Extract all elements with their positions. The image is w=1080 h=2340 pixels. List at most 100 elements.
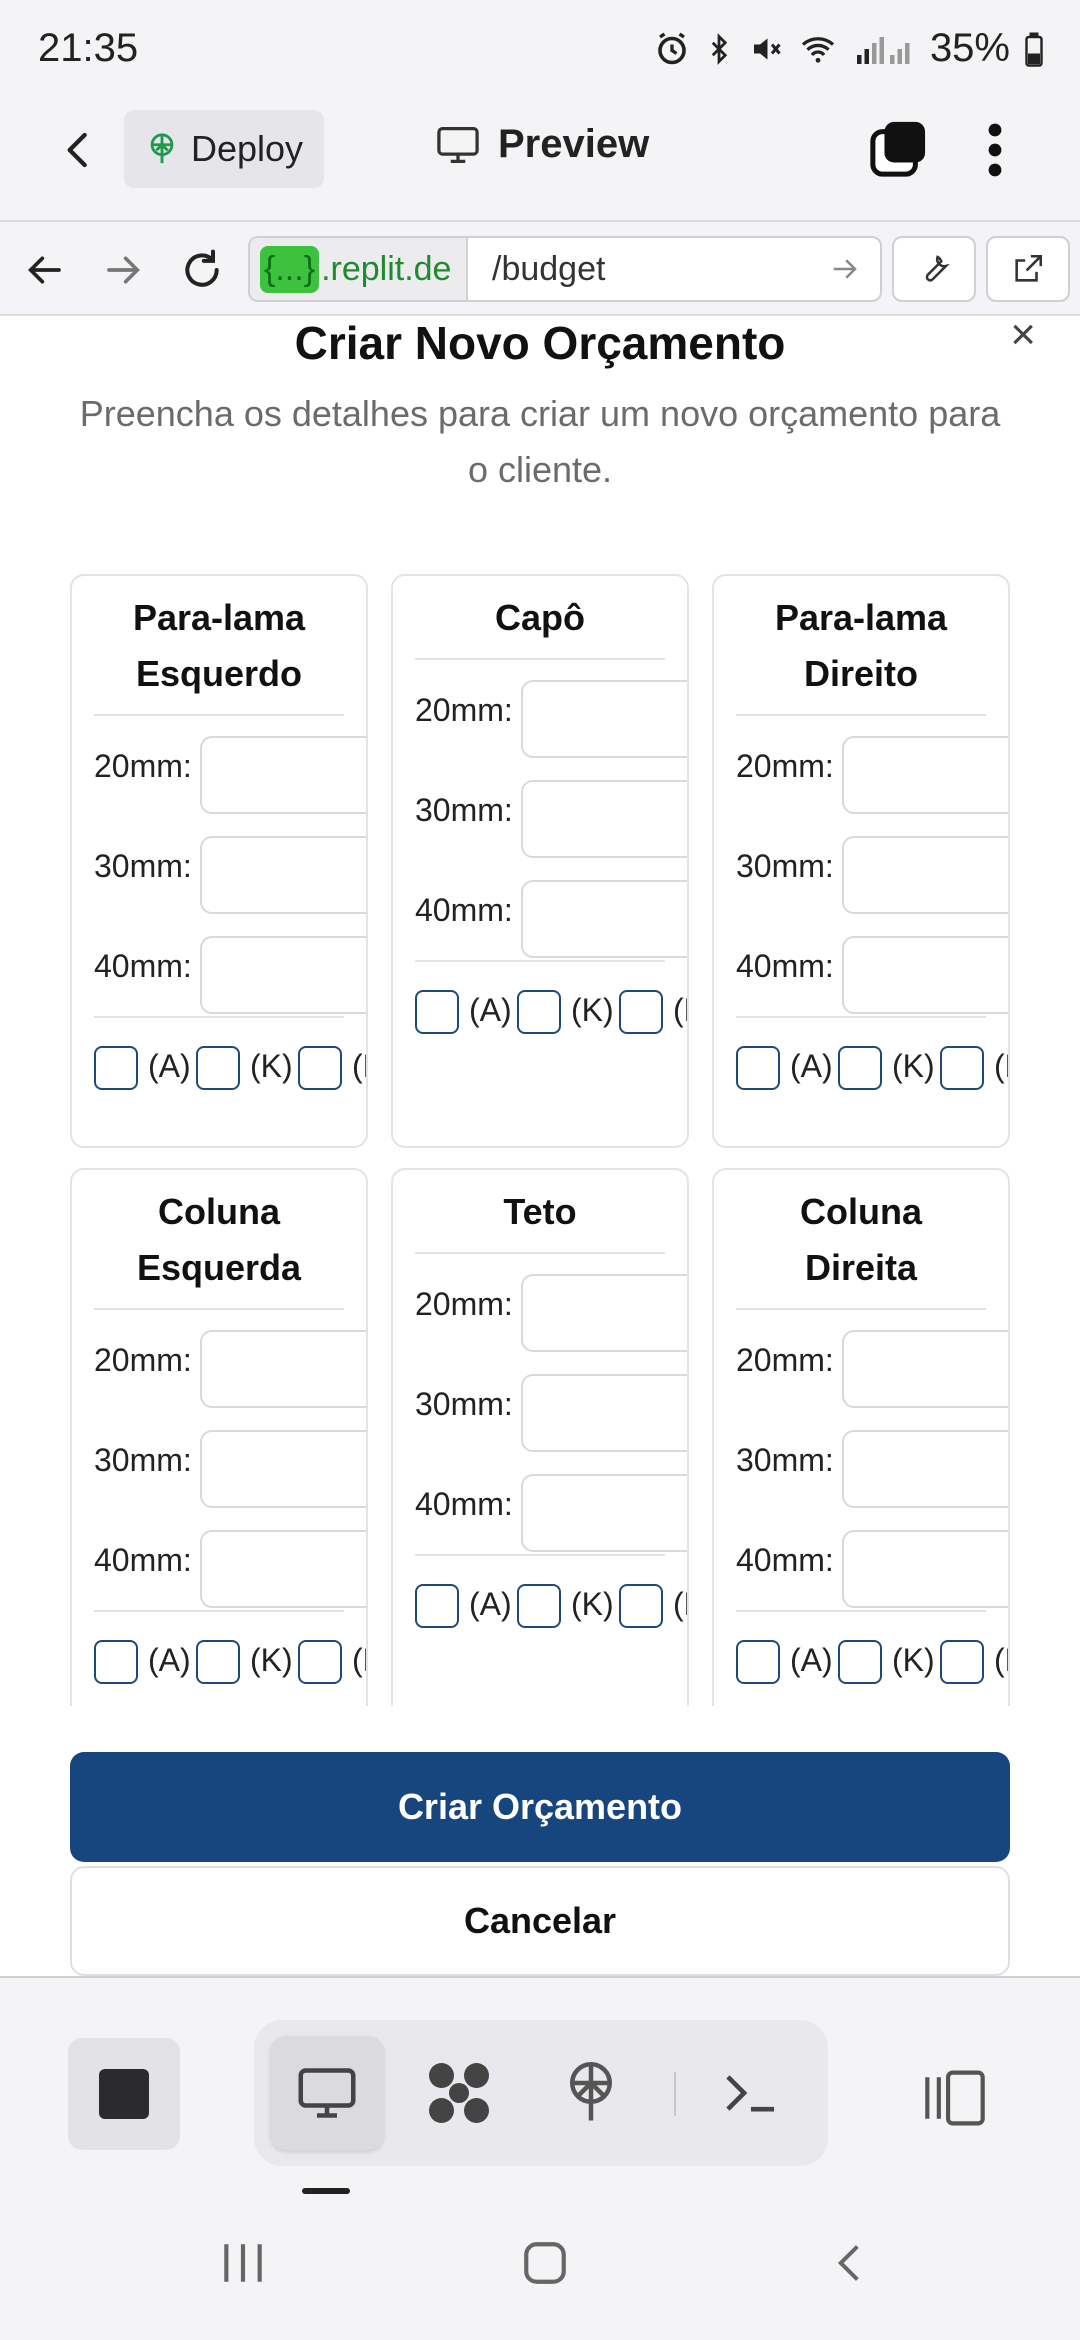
url-bar[interactable]: {...} .replit.de /budget (248, 236, 882, 302)
size-row-20mm: 20mm: (393, 660, 687, 760)
option-a-checkbox[interactable] (415, 1584, 459, 1628)
devtools-button[interactable] (892, 236, 976, 302)
option-p-checkbox[interactable] (619, 1584, 663, 1628)
status-icons: 35% (654, 26, 1044, 71)
size-row-20mm: 20mm: (72, 1310, 366, 1410)
option-k-label: (K) (250, 1642, 293, 1678)
workspace-tool-button[interactable] (402, 2036, 516, 2150)
option-p-checkbox[interactable] (298, 1640, 342, 1684)
preview-tool-button[interactable] (270, 2036, 384, 2150)
size-row-40mm: 40mm: (393, 1454, 687, 1554)
size-20mm-input[interactable] (200, 736, 366, 814)
option-k-checkbox[interactable] (196, 1046, 240, 1090)
option-p-label: (P) (994, 1048, 1008, 1084)
option-a-checkbox[interactable] (94, 1046, 138, 1090)
option-p-checkbox[interactable] (619, 990, 663, 1034)
size-label: 30mm: (415, 1386, 513, 1422)
tabs-icon[interactable] (868, 120, 928, 178)
size-label: 40mm: (736, 1542, 834, 1578)
size-label: 30mm: (94, 848, 192, 884)
app-header: Deploy Preview (0, 100, 1080, 220)
size-30mm-input[interactable] (200, 1430, 366, 1508)
status-time: 21:35 (38, 26, 139, 70)
url-domain: {...} .replit.de (250, 238, 468, 300)
more-options-icon[interactable] (980, 120, 1010, 180)
size-40mm-input[interactable] (521, 1474, 687, 1552)
go-arrow-icon[interactable] (830, 254, 860, 284)
size-40mm-input[interactable] (842, 936, 1008, 1014)
size-label: 20mm: (415, 1286, 513, 1322)
open-external-button[interactable] (986, 236, 1070, 302)
deploy-icon (570, 2062, 612, 2121)
option-a-checkbox[interactable] (736, 1046, 780, 1090)
option-p-checkbox[interactable] (298, 1046, 342, 1090)
option-k-checkbox[interactable] (838, 1046, 882, 1090)
size-row-20mm: 20mm: (393, 1254, 687, 1354)
option-k-checkbox[interactable] (838, 1640, 882, 1684)
option-p-label: (P) (994, 1642, 1008, 1678)
size-label: 40mm: (415, 1486, 513, 1522)
size-40mm-input[interactable] (521, 880, 687, 958)
browser-back-icon[interactable] (24, 250, 64, 290)
bluetooth-icon (711, 32, 728, 65)
home-icon[interactable] (520, 2238, 570, 2288)
part-card-teto: Teto 20mm: 30mm: 40mm: (A) (K) (P) (391, 1168, 689, 1706)
cancel-button[interactable]: Cancelar (70, 1866, 1010, 1976)
domain-text: .replit.de (321, 249, 452, 288)
option-a-checkbox[interactable] (94, 1640, 138, 1684)
size-row-40mm: 40mm: (714, 1510, 1008, 1610)
part-card-title: Para-lama Esquerdo (94, 576, 344, 716)
size-40mm-input[interactable] (200, 1530, 366, 1608)
option-checkboxes: (A) (K) (P) (94, 1610, 366, 1700)
size-row-40mm: 40mm: (393, 860, 687, 960)
size-30mm-input[interactable] (521, 1374, 687, 1452)
deploy-button[interactable]: Deploy (124, 110, 324, 188)
option-a-checkbox[interactable] (415, 990, 459, 1034)
size-30mm-input[interactable] (842, 836, 1008, 914)
size-row-30mm: 30mm: (393, 1354, 687, 1454)
option-p-checkbox[interactable] (940, 1640, 984, 1684)
part-card-title: Coluna Direita (736, 1170, 986, 1310)
size-row-40mm: 40mm: (72, 1510, 366, 1610)
option-k-label: (K) (892, 1642, 935, 1678)
option-checkboxes: (A) (K) (P) (415, 960, 687, 1050)
size-20mm-input[interactable] (842, 1330, 1008, 1408)
external-link-icon (1015, 254, 1043, 282)
option-p-label: (P) (352, 1642, 366, 1678)
size-40mm-input[interactable] (842, 1530, 1008, 1608)
deploy-tool-button[interactable] (534, 2036, 648, 2150)
recent-apps-icon[interactable] (218, 2238, 268, 2288)
url-path-input[interactable]: /budget (468, 250, 830, 289)
size-20mm-input[interactable] (521, 1274, 687, 1352)
option-a-label: (A) (148, 1048, 191, 1084)
reload-icon[interactable] (180, 248, 224, 292)
wifi-icon (801, 36, 835, 63)
size-20mm-input[interactable] (200, 1330, 366, 1408)
size-20mm-input[interactable] (521, 680, 687, 758)
option-a-label: (A) (469, 1586, 512, 1622)
back-icon[interactable] (58, 126, 98, 174)
size-40mm-input[interactable] (200, 936, 366, 1014)
option-k-checkbox[interactable] (517, 990, 561, 1034)
alarm-icon (658, 32, 686, 64)
layout-switch-icon[interactable] (920, 2068, 990, 2128)
option-k-checkbox[interactable] (196, 1640, 240, 1684)
option-p-checkbox[interactable] (940, 1046, 984, 1090)
preview-tab[interactable]: Preview (436, 122, 649, 167)
size-30mm-input[interactable] (200, 836, 366, 914)
stop-button[interactable] (68, 2038, 180, 2150)
option-a-checkbox[interactable] (736, 1640, 780, 1684)
nav-back-icon[interactable] (828, 2238, 872, 2288)
domain-badge: {...} (260, 245, 320, 293)
size-20mm-input[interactable] (842, 736, 1008, 814)
wrench-icon (925, 255, 950, 282)
create-budget-button[interactable]: Criar Orçamento (70, 1752, 1010, 1862)
terminal-icon (726, 2075, 775, 2112)
size-30mm-input[interactable] (842, 1430, 1008, 1508)
browser-forward-icon[interactable] (104, 250, 144, 290)
option-a-label: (A) (148, 1642, 191, 1678)
option-k-checkbox[interactable] (517, 1584, 561, 1628)
battery-percentage: 35% (929, 26, 1010, 70)
shell-tool-button[interactable] (694, 2036, 808, 2150)
size-30mm-input[interactable] (521, 780, 687, 858)
